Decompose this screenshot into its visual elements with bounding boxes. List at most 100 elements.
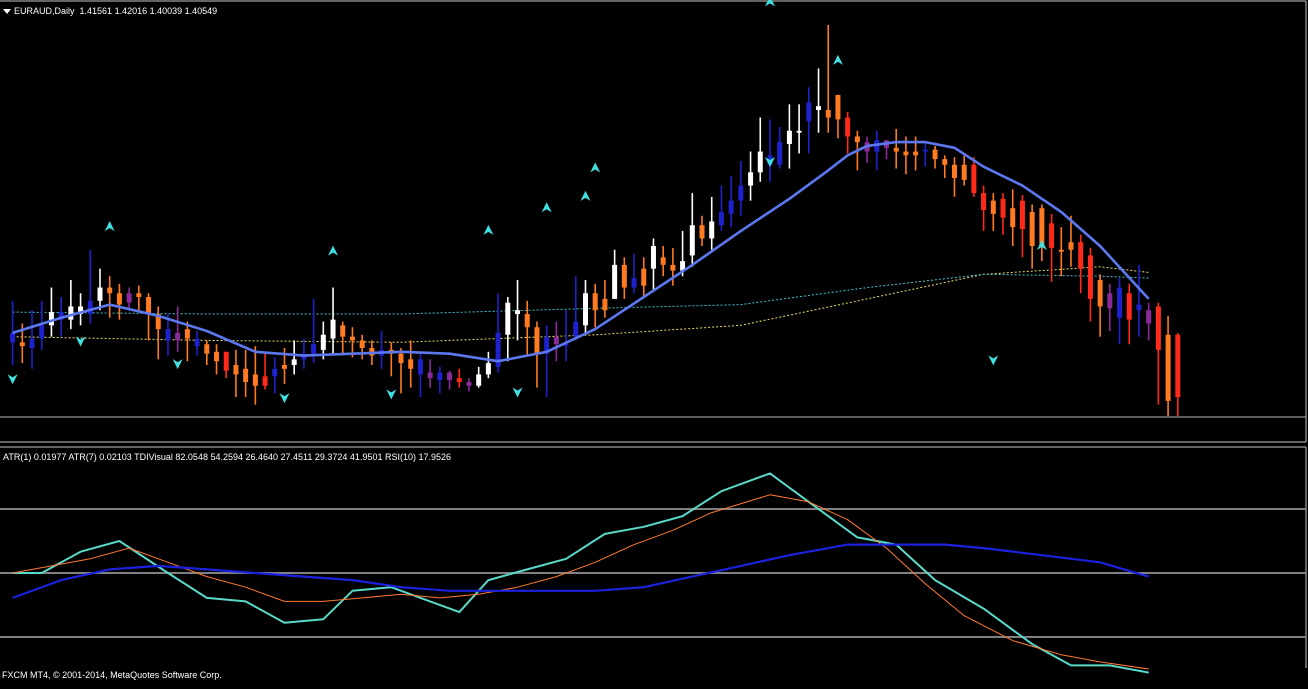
candle-body [252, 374, 258, 386]
candle-body [87, 300, 93, 314]
candle-body [291, 359, 297, 365]
candle-body [466, 382, 472, 386]
candle-body [398, 353, 404, 364]
candle-body [1107, 293, 1113, 309]
candle-body [1058, 249, 1064, 252]
candle-body [1078, 242, 1084, 269]
arrow-up-icon [483, 224, 494, 235]
candle-body [281, 365, 287, 369]
chart-canvas[interactable] [0, 0, 1308, 684]
chart-header: EURAUD,Daily 1.41561 1.42016 1.40039 1.4… [3, 6, 217, 16]
candle-body [340, 325, 346, 337]
candle-body [777, 142, 783, 165]
arrow-down-icon [75, 336, 86, 347]
candle-body [806, 102, 812, 122]
arrow-up-icon [580, 190, 591, 201]
ma-slow-cyan [12, 273, 1149, 315]
candle-body [660, 257, 666, 265]
candle-body [1029, 212, 1035, 246]
candle-body [146, 297, 152, 314]
candle-body [330, 319, 336, 339]
candle-body [825, 110, 831, 118]
candle-body [97, 287, 103, 301]
symbol-label: EURAUD,Daily [14, 6, 75, 16]
candle-body [990, 200, 996, 214]
candle-body [922, 149, 928, 152]
candle-body [476, 374, 482, 386]
candle-body [320, 334, 326, 350]
dropdown-triangle-icon[interactable] [3, 9, 11, 15]
arrow-up-icon [832, 54, 843, 65]
candle-body [602, 298, 608, 311]
candle-body [447, 372, 453, 381]
candle-body [971, 164, 977, 194]
candle-body [854, 136, 860, 143]
candle-body [961, 164, 967, 180]
arrow-down-icon [386, 389, 397, 400]
candle-body [1049, 223, 1055, 248]
candle-body [592, 293, 598, 311]
candle-body [893, 147, 899, 152]
candle-body [951, 164, 957, 178]
candle-body [184, 329, 190, 339]
arrow-up-icon [590, 162, 601, 173]
candle-body [427, 372, 433, 379]
candle-body [786, 130, 792, 144]
candle-body [456, 378, 462, 382]
candle-body [39, 325, 45, 339]
candle-body [1117, 287, 1123, 318]
candle-body [417, 359, 423, 375]
candle-body [835, 94, 841, 120]
candle-body [505, 302, 511, 335]
candle-body [932, 149, 938, 160]
candle-body [1126, 293, 1132, 320]
candle-body [738, 185, 744, 201]
candle-body [272, 368, 278, 377]
candle-body [699, 225, 705, 239]
candle-body [408, 359, 414, 369]
trading-chart[interactable]: EURAUD,Daily 1.41561 1.42016 1.40039 1.4… [0, 0, 1308, 684]
candle-body [1155, 306, 1161, 350]
candle-body [612, 264, 618, 299]
candle-body [10, 332, 16, 343]
candle-body [553, 336, 559, 345]
candle-body [1097, 280, 1103, 307]
candle-body [48, 312, 54, 326]
candle-body [349, 336, 355, 341]
candle-body [19, 342, 25, 347]
candle-body [631, 278, 637, 288]
candle-body [107, 287, 113, 294]
copyright-footer: FXCM MT4, © 2001-2014, MetaQuotes Softwa… [2, 670, 222, 680]
arrow-up-icon [541, 202, 552, 213]
arrow-down-icon [988, 355, 999, 366]
candle-body [748, 172, 754, 186]
candle-body [311, 344, 317, 354]
candle-body [126, 293, 132, 303]
candle-body [845, 117, 851, 137]
candle-body [641, 268, 647, 286]
candle-body [582, 293, 588, 326]
candle-body [29, 338, 35, 348]
candle-body [728, 200, 734, 214]
candle-body [718, 212, 724, 226]
candle-body [757, 151, 763, 173]
candle-body [68, 306, 74, 320]
candle-body [1136, 304, 1142, 311]
candle-body [981, 193, 987, 211]
candle-body [1019, 200, 1025, 229]
candle-body [223, 351, 229, 371]
candle-body [359, 340, 365, 348]
candle-body [903, 151, 909, 156]
tdi-series-market-base [12, 543, 1150, 599]
candle-body [116, 293, 122, 305]
candle-body [621, 264, 627, 288]
candle-body [437, 372, 443, 381]
arrow-down-icon [279, 393, 290, 404]
candle-body [689, 225, 695, 256]
candle-body [1010, 208, 1016, 228]
candle-body [913, 151, 919, 156]
candle-body [670, 264, 676, 271]
candle-body [485, 363, 491, 375]
candle-body [1068, 242, 1074, 250]
candle-body [194, 338, 200, 347]
